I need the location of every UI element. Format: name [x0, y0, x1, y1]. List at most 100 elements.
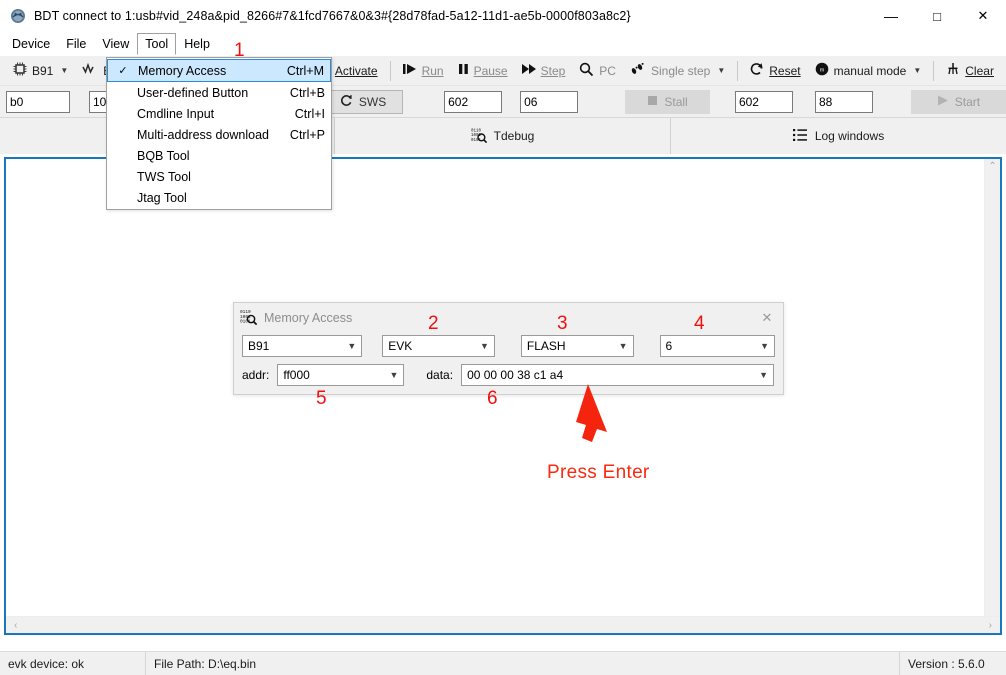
menu-help[interactable]: Help: [176, 33, 218, 55]
chevron-down-icon: ▼: [619, 341, 628, 351]
toolbar-divider: [390, 61, 391, 81]
menu-item-jtag-tool[interactable]: Jtag Tool: [107, 187, 331, 208]
window-title: BDT connect to 1:usb#vid_248a&pid_8266#7…: [34, 9, 631, 23]
menu-item-label: Memory Access: [138, 64, 277, 78]
status-version: Version : 5.6.0: [900, 652, 1006, 675]
dialog-row-selectors: B91 ▼ EVK ▼ FLASH ▼ 6 ▼: [234, 333, 783, 359]
search-icon: [579, 62, 594, 80]
pc-button[interactable]: PC: [572, 58, 623, 84]
press-enter-label: Press Enter: [547, 462, 650, 484]
scroll-up-arrow[interactable]: ⌃: [984, 159, 1000, 174]
clear-label: Clear: [965, 64, 994, 78]
tool-dropdown-menu: ✓ Memory Access Ctrl+M User-defined Butt…: [106, 57, 332, 210]
chip-combo[interactable]: B91 ▼: [242, 335, 362, 357]
menu-file[interactable]: File: [58, 33, 94, 55]
mode-selector[interactable]: m manual mode ▼: [808, 58, 929, 84]
play-icon: [403, 63, 417, 78]
addr-combo-value: ff000: [283, 368, 309, 382]
pause-button[interactable]: Pause: [451, 58, 515, 84]
svg-text:0110: 0110: [471, 129, 482, 133]
menu-item-label: Multi-address download: [137, 128, 280, 142]
menu-tool[interactable]: Tool: [137, 33, 176, 55]
chevron-down-icon: ▼: [389, 370, 398, 380]
mode-icon: m: [815, 62, 829, 79]
fast-forward-icon: [522, 63, 536, 78]
field-a-input[interactable]: [6, 91, 70, 113]
single-step-button[interactable]: Single step ▼: [623, 58, 732, 84]
title-bar: BDT connect to 1:usb#vid_248a&pid_8266#7…: [0, 0, 1006, 32]
field-f-input[interactable]: [815, 91, 873, 113]
press-enter-arrow-icon: [540, 382, 640, 462]
refresh-icon: [340, 94, 353, 110]
annotation-1: 1: [234, 40, 245, 62]
minimize-button[interactable]: —: [868, 0, 914, 32]
app-icon: [10, 8, 26, 24]
play-icon: [937, 95, 949, 109]
list-icon: [793, 128, 808, 145]
menu-item-label: User-defined Button: [137, 86, 280, 100]
menu-device[interactable]: Device: [4, 33, 58, 55]
chip-selector[interactable]: B91 ▼: [6, 58, 75, 84]
run-button[interactable]: Run: [396, 58, 451, 84]
tab-log-windows[interactable]: Log windows: [671, 118, 1006, 154]
pc-label: PC: [599, 64, 616, 78]
chevron-down-icon: ▼: [759, 370, 768, 380]
menu-item-label: Jtag Tool: [137, 191, 315, 205]
field-c-input[interactable]: [444, 91, 502, 113]
menu-item-memory-access[interactable]: ✓ Memory Access Ctrl+M: [107, 59, 331, 82]
single-step-label: Single step: [651, 64, 710, 78]
chip-icon: [13, 62, 27, 79]
tab-log-windows-label: Log windows: [815, 129, 884, 143]
menu-item-cmdline-input[interactable]: Cmdline Input Ctrl+I: [107, 103, 331, 124]
stall-label: Stall: [664, 95, 687, 109]
menu-item-label: BQB Tool: [137, 149, 315, 163]
reset-button[interactable]: Reset: [743, 58, 807, 84]
menu-item-accel: Ctrl+B: [290, 86, 325, 100]
refresh-icon: [750, 62, 764, 79]
menu-bar: Device File View Tool Help: [0, 32, 1006, 56]
chevron-down-icon: ▼: [480, 341, 489, 351]
target-combo-value: FLASH: [527, 339, 566, 353]
tab-tdebug-label: Tdebug: [494, 129, 535, 143]
menu-item-bqb-tool[interactable]: BQB Tool: [107, 145, 331, 166]
vertical-scrollbar[interactable]: ⌃: [984, 159, 1000, 616]
field-e-input[interactable]: [735, 91, 793, 113]
menu-item-user-defined-button[interactable]: User-defined Button Ctrl+B: [107, 82, 331, 103]
step-button[interactable]: Step: [515, 58, 573, 84]
stall-button[interactable]: Stall: [625, 90, 710, 114]
chip-label: B91: [32, 64, 53, 78]
board-combo[interactable]: EVK ▼: [382, 335, 495, 357]
menu-view[interactable]: View: [94, 33, 137, 55]
dialog-title: Memory Access: [264, 311, 352, 325]
menu-item-label: TWS Tool: [137, 170, 315, 184]
close-icon[interactable]: ✕: [757, 309, 777, 327]
menu-item-tws-tool[interactable]: TWS Tool: [107, 166, 331, 187]
clear-button[interactable]: Clear: [939, 58, 1001, 84]
svg-text:m: m: [819, 68, 824, 74]
activate-label: Activate: [335, 64, 378, 78]
window-controls: — □ ✕: [868, 0, 1006, 32]
start-button[interactable]: Start: [911, 90, 1006, 114]
tab-tdebug[interactable]: 0110 1001 0101 Tdebug: [335, 118, 671, 154]
scroll-left-arrow[interactable]: ‹: [6, 618, 21, 633]
chip-combo-value: B91: [248, 339, 269, 353]
wave-icon: [82, 63, 98, 78]
status-bar: evk device: ok File Path: D:\eq.bin Vers…: [0, 651, 1006, 675]
binary-search-icon: 0110 1001 0101: [471, 127, 487, 146]
maximize-button[interactable]: □: [914, 0, 960, 32]
horizontal-scrollbar[interactable]: ‹ ›: [6, 616, 1000, 633]
pause-label: Pause: [474, 64, 508, 78]
field-d-input[interactable]: [520, 91, 578, 113]
toolbar-divider: [933, 61, 934, 81]
reset-label: Reset: [769, 64, 800, 78]
status-device: evk device: ok: [0, 652, 145, 675]
close-button[interactable]: ✕: [960, 0, 1006, 32]
chevron-down-icon: ▼: [913, 66, 921, 75]
scroll-right-arrow[interactable]: ›: [985, 618, 1000, 633]
menu-item-multi-address-download[interactable]: Multi-address download Ctrl+P: [107, 124, 331, 145]
menu-item-accel: Ctrl+P: [290, 128, 325, 142]
count-combo[interactable]: 6 ▼: [660, 335, 775, 357]
addr-combo[interactable]: ff000 ▼: [277, 364, 404, 386]
target-combo[interactable]: FLASH ▼: [521, 335, 634, 357]
sws-button[interactable]: SWS: [323, 90, 403, 114]
